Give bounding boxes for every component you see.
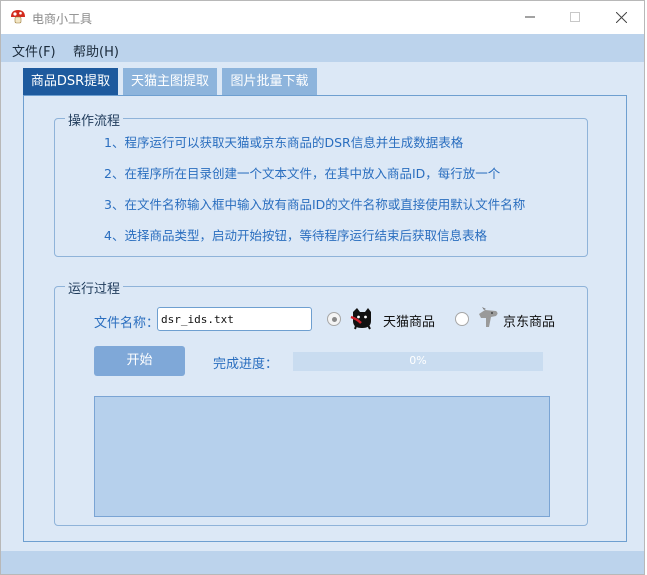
title-bar[interactable]: 电商小工具: [1, 1, 644, 34]
radio-tmall-label[interactable]: 天猫商品: [383, 311, 435, 330]
close-icon: [615, 11, 627, 23]
file-name-input[interactable]: [157, 307, 312, 331]
tab-tmall-main-image[interactable]: 天猫主图提取: [123, 68, 217, 96]
menu-help[interactable]: 帮助(H): [73, 41, 119, 60]
menu-bar: 文件(F) 帮助(H): [1, 34, 644, 62]
log-output-area[interactable]: [94, 396, 550, 517]
menu-file[interactable]: 文件(F): [12, 41, 56, 60]
run-group: 运行过程 文件名称： 天猫商品 京东商品 开始 完成进度: [54, 278, 588, 526]
tab-panel: 操作流程 1、程序运行可以获取天猫或京东商品的DSR信息并生成数据表格 2、在程…: [23, 95, 627, 542]
file-name-label: 文件名称：: [94, 316, 160, 331]
radio-tmall[interactable]: [327, 312, 341, 326]
tab-image-batch-download[interactable]: 图片批量下载: [222, 68, 317, 96]
window-title: 电商小工具: [32, 12, 93, 26]
start-button[interactable]: 开始: [94, 346, 185, 376]
tab-dsr-extract[interactable]: 商品DSR提取: [23, 68, 118, 96]
radio-jd[interactable]: [455, 312, 469, 326]
step-3: 3、在文件名称输入框中输入放有商品ID的文件名称或直接使用默认文件名称: [104, 197, 526, 212]
process-group-title: 操作流程: [65, 110, 124, 129]
app-window: 电商小工具 文件(F) 帮助(H) 商品DSR提取 天猫主图提取 图片批量下载 …: [0, 0, 645, 575]
tmall-cat-icon: [350, 308, 371, 330]
maximize-icon: [570, 12, 580, 22]
run-group-title: 运行过程: [65, 278, 124, 297]
radio-selected-dot: [332, 317, 337, 322]
progress-bar: 0%: [293, 352, 543, 371]
step-1: 1、程序运行可以获取天猫或京东商品的DSR信息并生成数据表格: [104, 135, 464, 150]
maximize-button[interactable]: [563, 6, 587, 28]
jd-dog-icon: [479, 307, 498, 327]
radio-jd-label[interactable]: 京东商品: [503, 311, 555, 330]
step-4: 4、选择商品类型，启动开始按钮，等待程序运行结束后获取信息表格: [104, 228, 487, 243]
minimize-button[interactable]: [518, 6, 542, 28]
close-button[interactable]: [609, 6, 633, 28]
mushroom-icon: [11, 10, 25, 24]
status-bar: [1, 551, 644, 574]
process-group: 操作流程 1、程序运行可以获取天猫或京东商品的DSR信息并生成数据表格 2、在程…: [54, 110, 588, 257]
progress-percent: 0%: [409, 354, 427, 367]
progress-label: 完成进度：: [213, 357, 279, 372]
minimize-icon: [525, 16, 535, 18]
step-2: 2、在程序所在目录创建一个文本文件，在其中放入商品ID，每行放一个: [104, 166, 501, 181]
